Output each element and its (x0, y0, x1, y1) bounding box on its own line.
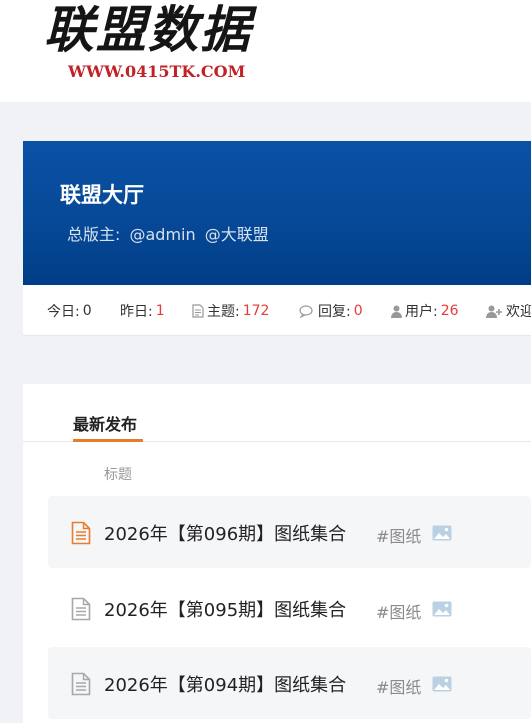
stat-topics-value: 172 (242, 303, 270, 319)
add-user-icon (486, 305, 502, 318)
image-icon (432, 525, 452, 541)
image-icon (432, 601, 452, 617)
stat-replies-value: 0 (353, 303, 363, 319)
thread-title[interactable]: 2026年【第094期】图纸集合 (104, 671, 346, 697)
tab-bar: 最新发布 (23, 384, 531, 442)
stat-today: 今日: 0 (47, 301, 92, 321)
thread-title[interactable]: 2026年【第095期】图纸集合 (104, 596, 346, 622)
user-icon (391, 305, 402, 318)
stat-yesterday-label: 昨日: (120, 304, 153, 320)
stat-topics-label: 主题: (207, 304, 240, 320)
stat-today-label: 今日: (47, 304, 80, 320)
stat-replies-label: 回复: (318, 304, 351, 320)
stat-topics: 主题: 172 (192, 301, 269, 321)
tab-latest[interactable]: 最新发布 (73, 411, 137, 435)
logo-url: WWW.0415TK.COM (68, 62, 246, 81)
stat-users-label: 用户: (405, 304, 438, 320)
stat-today-value: 0 (82, 303, 92, 319)
stat-replies: 回复: 0 (299, 301, 363, 321)
file-text-icon (71, 521, 91, 545)
stat-welcome-label: 欢迎 (506, 304, 531, 320)
thread-tag[interactable]: #图纸 (376, 674, 421, 698)
stat-welcome: 欢迎 (486, 301, 531, 321)
document-icon (192, 304, 204, 318)
stat-yesterday-value: 1 (155, 303, 165, 319)
site-header: 联盟数据 WWW.0415TK.COM (0, 0, 531, 102)
moderator-link[interactable]: @大联盟 (205, 225, 269, 244)
moderators: 总版主: @admin @大联盟 (67, 221, 273, 245)
thread-row[interactable]: 2026年【第096期】图纸集合 #图纸 (48, 496, 531, 568)
column-header-title: 标题 (104, 467, 132, 483)
thread-tag[interactable]: #图纸 (376, 599, 421, 623)
site-logo[interactable]: 联盟数据 WWW.0415TK.COM (44, 0, 294, 90)
stat-users-value: 26 (440, 303, 459, 319)
stat-users: 用户: 26 (391, 301, 459, 321)
file-text-icon (71, 597, 91, 621)
stat-yesterday: 昨日: 1 (120, 301, 165, 321)
comment-icon (299, 304, 313, 318)
tab-active-indicator (73, 439, 143, 442)
thread-row[interactable]: 2026年【第095期】图纸集合 #图纸 (48, 572, 531, 644)
logo-title: 联盟数据 (44, 0, 252, 59)
thread-tag[interactable]: #图纸 (376, 523, 421, 547)
file-text-icon (71, 672, 91, 696)
thread-title[interactable]: 2026年【第096期】图纸集合 (104, 520, 346, 546)
moderator-link[interactable]: @admin (130, 225, 196, 244)
stats-bar: 今日: 0 昨日: 1 主题: 172 回复: 0 用户: 26 欢迎 (23, 285, 531, 336)
image-icon (432, 676, 452, 692)
forum-title: 联盟大厅 (60, 183, 144, 207)
thread-panel: 最新发布 标题 2026年【第096期】图纸集合 #图纸 2026年【第095期… (23, 384, 531, 723)
moderators-label: 总版主: (67, 225, 121, 244)
thread-row[interactable]: 2026年【第094期】图纸集合 #图纸 (48, 647, 531, 719)
forum-banner: 联盟大厅 总版主: @admin @大联盟 (23, 141, 531, 285)
